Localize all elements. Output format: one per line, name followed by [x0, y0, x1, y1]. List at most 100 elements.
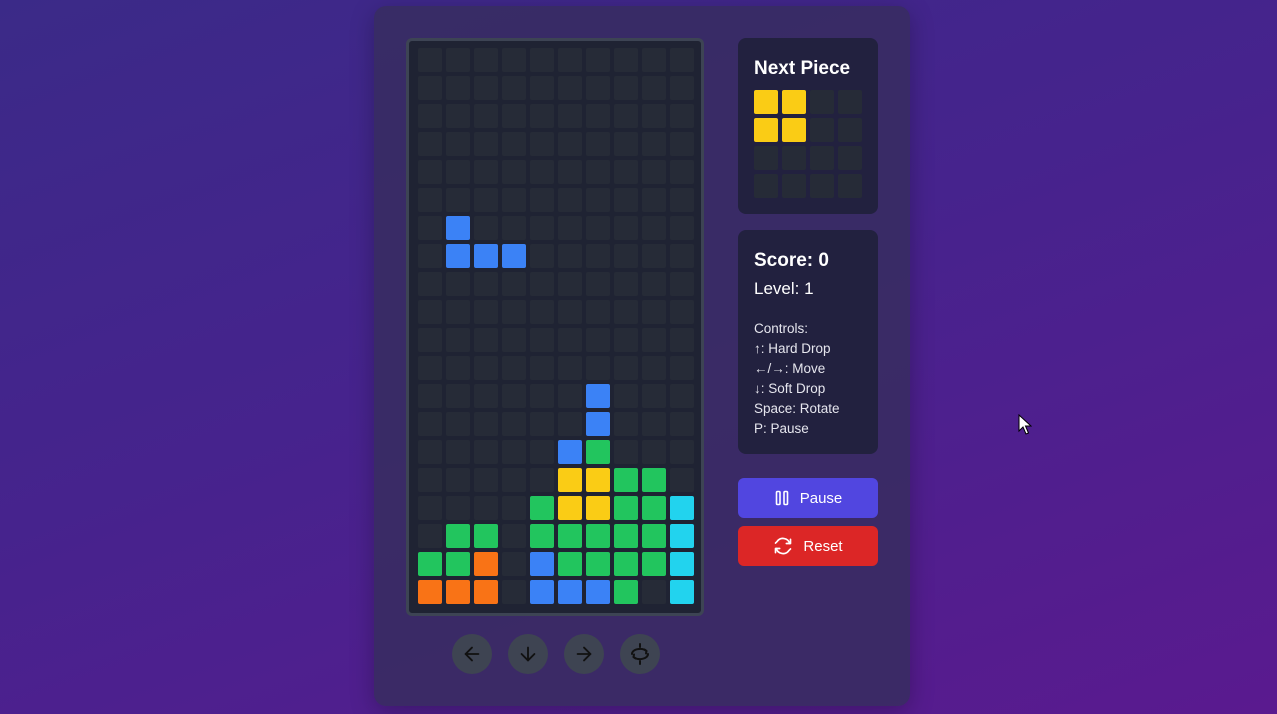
- controls-pause: P: Pause: [754, 421, 809, 436]
- pause-button[interactable]: Pause: [738, 478, 878, 518]
- board-cell-empty: [614, 188, 638, 212]
- board-cell-empty: [530, 76, 554, 100]
- board-cell-empty: [586, 272, 610, 296]
- controls-soft-drop: ↓: Soft Drop: [754, 381, 826, 396]
- board-cell-empty: [530, 412, 554, 436]
- board-cell-empty: [558, 244, 582, 268]
- board-cell-empty: [642, 160, 666, 184]
- board-cell-empty: [642, 580, 666, 604]
- board-cell-empty: [474, 496, 498, 520]
- next-piece-panel: Next Piece: [738, 38, 878, 214]
- board-cell-empty: [614, 76, 638, 100]
- board-cell-empty: [474, 216, 498, 240]
- board-cell-empty: [614, 272, 638, 296]
- board-cell-empty: [418, 440, 442, 464]
- next-piece-cell-empty: [754, 174, 778, 198]
- board-cell-empty: [642, 188, 666, 212]
- next-piece-cell-empty: [838, 146, 862, 170]
- board-cell-empty: [586, 300, 610, 324]
- board-cell-filled: [558, 524, 582, 548]
- board-cell-empty: [558, 48, 582, 72]
- controls-rotate: Space: Rotate: [754, 401, 840, 416]
- board-cell-filled: [586, 468, 610, 492]
- move-right-button[interactable]: [564, 634, 604, 674]
- board-cell-empty: [474, 48, 498, 72]
- board-cell-filled: [530, 524, 554, 548]
- board-cell-empty: [502, 524, 526, 548]
- board-cell-empty: [670, 104, 694, 128]
- board-cell-empty: [530, 160, 554, 184]
- board-cell-empty: [614, 132, 638, 156]
- board-cell-filled: [586, 580, 610, 604]
- board-cell-empty: [418, 76, 442, 100]
- board-cell-empty: [530, 384, 554, 408]
- next-piece-cell-empty: [810, 90, 834, 114]
- board-cell-empty: [530, 244, 554, 268]
- board-cell-empty: [418, 468, 442, 492]
- reset-button[interactable]: Reset: [738, 526, 878, 566]
- board-cell-filled: [418, 552, 442, 576]
- board-cell-empty: [642, 76, 666, 100]
- board-cell-empty: [586, 244, 610, 268]
- board-cell-empty: [446, 356, 470, 380]
- board-cell-empty: [558, 160, 582, 184]
- board-cell-filled: [530, 552, 554, 576]
- board-cell-filled: [474, 552, 498, 576]
- board-cell-empty: [642, 272, 666, 296]
- board-cell-empty: [614, 216, 638, 240]
- board-cell-filled: [446, 524, 470, 548]
- board-cell-empty: [586, 160, 610, 184]
- board-cell-empty: [502, 356, 526, 380]
- rotate-button[interactable]: [620, 634, 660, 674]
- board-cell-filled: [642, 552, 666, 576]
- controls-heading: Controls:: [754, 321, 809, 336]
- board-cell-empty: [670, 244, 694, 268]
- board-cell-filled: [558, 440, 582, 464]
- board-cell-empty: [670, 188, 694, 212]
- board-cell-filled: [614, 580, 638, 604]
- board-cell-empty: [614, 48, 638, 72]
- arrow-left-icon: [464, 646, 480, 662]
- board-cell-empty: [530, 272, 554, 296]
- board-cell-empty: [558, 384, 582, 408]
- board-cell-empty: [614, 300, 638, 324]
- board-cell-empty: [642, 384, 666, 408]
- board-cell-empty: [670, 160, 694, 184]
- next-piece-cell-empty: [810, 174, 834, 198]
- board-cell-empty: [558, 272, 582, 296]
- board-cell-filled: [558, 496, 582, 520]
- board-cell-empty: [642, 104, 666, 128]
- board-cell-empty: [586, 132, 610, 156]
- board-cell-filled: [586, 524, 610, 548]
- board-cell-empty: [586, 188, 610, 212]
- game-board: [406, 38, 704, 616]
- board-cell-empty: [670, 468, 694, 492]
- board-cell-empty: [530, 104, 554, 128]
- board-cell-empty: [502, 216, 526, 240]
- next-piece-cell-empty: [838, 174, 862, 198]
- arrow-right-icon: [576, 646, 592, 662]
- board-cell-empty: [446, 328, 470, 352]
- board-cell-empty: [502, 412, 526, 436]
- board-cell-empty: [670, 132, 694, 156]
- board-cell-empty: [446, 160, 470, 184]
- board-cell-empty: [670, 76, 694, 100]
- board-cell-empty: [474, 384, 498, 408]
- move-left-button[interactable]: [452, 634, 492, 674]
- board-cell-empty: [446, 132, 470, 156]
- board-cell-empty: [530, 356, 554, 380]
- board-cell-filled: [670, 580, 694, 604]
- next-piece-title: Next Piece: [754, 58, 851, 79]
- level-label: Level: 1: [754, 279, 814, 298]
- board-cell-empty: [530, 328, 554, 352]
- board-cell-empty: [446, 440, 470, 464]
- board-cell-empty: [474, 76, 498, 100]
- board-cell-empty: [502, 440, 526, 464]
- board-cell-filled: [586, 412, 610, 436]
- soft-drop-button[interactable]: [508, 634, 548, 674]
- board-cell-empty: [558, 104, 582, 128]
- board-cell-empty: [418, 272, 442, 296]
- board-cell-empty: [446, 76, 470, 100]
- board-cell-empty: [530, 216, 554, 240]
- board-cell-empty: [558, 356, 582, 380]
